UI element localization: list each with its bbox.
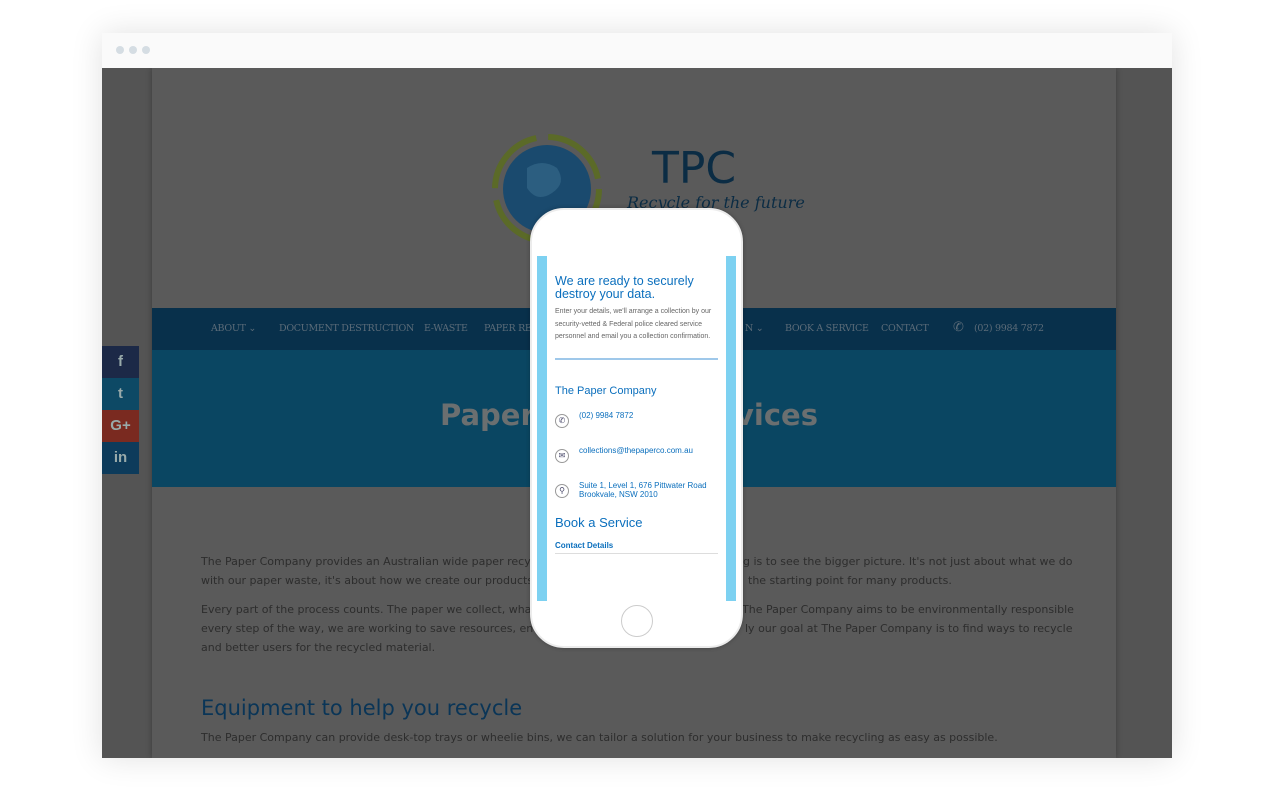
section-heading: Equipment to help you recycle	[201, 696, 523, 720]
email-icon: ✉	[555, 448, 569, 463]
email-link[interactable]: collections@thepaperco.com.au	[579, 446, 693, 463]
google-plus-icon[interactable]: G+	[102, 410, 139, 442]
nav-paper-recycling[interactable]: PAPER RE	[484, 323, 532, 334]
twitter-icon[interactable]: t	[102, 378, 139, 410]
banner-title-left: Paper	[440, 398, 535, 432]
phone-link[interactable]: (02) 9984 7872	[579, 411, 633, 428]
contact-email[interactable]: ✉ collections@thepaperco.com.au	[555, 446, 718, 463]
nav-partial-item[interactable]: N ⌄	[745, 323, 764, 334]
mobile-page: We are ready to securely destroy your da…	[547, 256, 726, 601]
phone-icon: ✆	[953, 320, 964, 335]
paragraph-line: with our paper waste, it's about how we …	[201, 574, 548, 587]
banner-title-right: vices	[735, 398, 818, 432]
contact-details-label: Contact Details	[555, 541, 718, 554]
paragraph-line: The Paper Company aims to be environment…	[742, 603, 1074, 616]
address-line: Suite 1, Level 1, 676 Pittwater Road	[579, 480, 707, 490]
location-pin-icon: ⚲	[555, 483, 569, 498]
phone-icon: ✆	[555, 413, 569, 428]
paragraph: The Paper Company can provide desk-top t…	[201, 731, 998, 744]
contact-phone[interactable]: ✆ (02) 9984 7872	[555, 411, 718, 428]
window-dot	[129, 46, 137, 54]
facebook-icon[interactable]: f	[102, 346, 139, 378]
logo-name: TPC	[652, 143, 737, 194]
book-service-heading: Book a Service	[555, 514, 643, 530]
nav-book-a-service[interactable]: BOOK A SERVICE	[785, 323, 869, 334]
browser-titlebar	[102, 33, 1172, 68]
linkedin-icon[interactable]: in	[102, 442, 139, 474]
divider	[555, 357, 718, 360]
mobile-heading: We are ready to securely destroy your da…	[555, 274, 694, 301]
phone-mockup: We are ready to securely destroy your da…	[530, 208, 743, 648]
contact-address: ⚲ Suite 1, Level 1, 676 Pittwater Road Bro…	[555, 481, 718, 499]
paragraph-line: ly our goal at The Paper Company is to f…	[745, 622, 1073, 635]
window-dot	[116, 46, 124, 54]
paragraph-line: The Paper Company provides an Australian…	[201, 555, 550, 568]
mobile-company: The Paper Company	[555, 384, 657, 397]
mobile-intro: Enter your details, we'll arrange a coll…	[555, 308, 712, 340]
nav-e-waste[interactable]: E-WASTE	[424, 323, 468, 334]
phone-screen: We are ready to securely destroy your da…	[537, 256, 736, 601]
paragraph-line: every step of the way, we are working to…	[201, 622, 558, 635]
nav-about[interactable]: ABOUT ⌄	[211, 323, 256, 334]
paragraph-line: and better users for the recycled materi…	[201, 641, 436, 654]
home-button	[621, 605, 653, 637]
paragraph-line: g is to see the bigger picture. It's not…	[743, 555, 1073, 568]
nav-contact[interactable]: CONTACT	[881, 323, 929, 334]
nav-document-destruction[interactable]: DOCUMENT DESTRUCTION	[279, 323, 414, 334]
paragraph-line: Every part of the process counts. The pa…	[201, 603, 555, 616]
address-line: Brookvale, NSW 2010	[579, 489, 658, 499]
window-dot	[142, 46, 150, 54]
paragraph-line: the starting point for many products.	[748, 574, 952, 587]
nav-phone[interactable]: (02) 9984 7872	[974, 323, 1044, 334]
